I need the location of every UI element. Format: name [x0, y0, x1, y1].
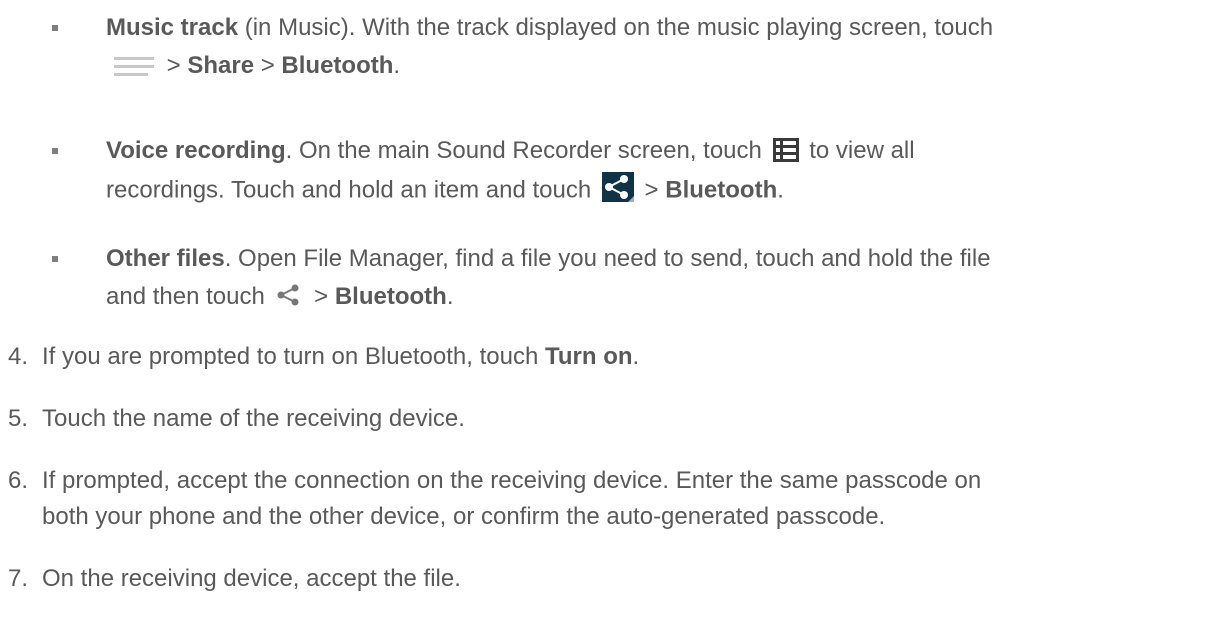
step-5-text: Touch the name of the receiving device.: [42, 405, 465, 432]
list-icon: [772, 137, 799, 162]
bullet-title: Music track: [106, 14, 239, 41]
step-6-text-line1: If prompted, accept the connection on th…: [42, 467, 982, 494]
step-6-text-line2: both your phone and the other device, or…: [42, 503, 886, 530]
bullet-text: . Open File Manager, find a file you nee…: [224, 245, 991, 272]
bullet-title: Other files: [106, 245, 225, 272]
bullet-text: recordings. Touch and hold an item and t…: [106, 176, 598, 204]
period: .: [446, 283, 454, 310]
bluetooth-label: Bluetooth: [281, 52, 394, 79]
step-7-text: On the receiving device, accept the file…: [42, 565, 461, 592]
bullet-music-line1: Music track (in Music). With the track d…: [106, 14, 993, 42]
bullet-text: . On the main Sound Recorder screen, tou…: [285, 137, 769, 164]
step-number: 7.: [8, 565, 29, 592]
separator: >: [160, 52, 188, 79]
separator: >: [254, 52, 282, 79]
bullet-voice-line1: Voice recording. On the main Sound Recor…: [106, 137, 915, 165]
step-number: 5.: [8, 405, 29, 432]
turn-on-label: Turn on: [544, 343, 633, 370]
bullet-music-line2: > Share > Bluetooth.: [106, 52, 400, 80]
bullet-text: to view all: [802, 137, 915, 164]
bullet-marker: [52, 148, 72, 156]
separator: >: [637, 176, 666, 204]
bullet-voice-line2: recordings. Touch and hold an item and t…: [106, 172, 784, 206]
step-4-text: If you are prompted to turn on Bluetooth…: [42, 343, 639, 371]
bluetooth-label: Bluetooth: [334, 283, 447, 310]
share-icon: [275, 282, 303, 308]
bullet-marker: [52, 256, 72, 264]
share-icon: [601, 172, 634, 202]
period: .: [393, 52, 401, 79]
bullet-other-line2: and then touch > Bluetooth.: [106, 283, 453, 311]
bullet-marker: [52, 25, 72, 33]
bullet-text: (in Music). With the track displayed on …: [238, 14, 994, 41]
share-label: Share: [187, 52, 255, 79]
separator: >: [307, 283, 335, 310]
step-number: 4.: [8, 343, 29, 370]
bullet-title: Voice recording: [106, 137, 286, 164]
step-text: If you are prompted to turn on Bluetooth…: [42, 343, 545, 370]
bluetooth-label: Bluetooth: [665, 176, 778, 204]
step-number: 6.: [8, 467, 29, 494]
period: .: [777, 176, 784, 204]
bullet-text: and then touch: [106, 283, 272, 310]
menu-icon: [114, 55, 154, 79]
bullet-other-line1: Other files. Open File Manager, find a f…: [106, 245, 991, 273]
period: .: [632, 343, 640, 370]
